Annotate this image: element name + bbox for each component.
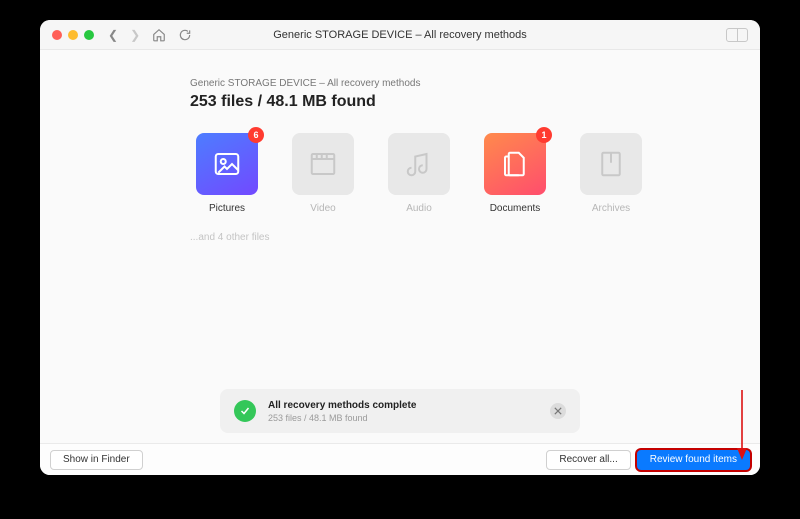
tile-pictures[interactable]: 6 Pictures — [190, 133, 264, 214]
view-toggle-button[interactable] — [726, 28, 748, 42]
fullscreen-window-button[interactable] — [84, 30, 94, 40]
tile-audio[interactable]: Audio — [382, 133, 456, 214]
status-success-icon — [234, 400, 256, 422]
document-icon — [500, 149, 530, 179]
tile-pictures-badge: 6 — [248, 127, 264, 143]
review-found-items-button[interactable]: Review found items — [637, 450, 750, 470]
tile-pictures-label: Pictures — [190, 203, 264, 214]
status-card: All recovery methods complete 253 files … — [220, 389, 580, 433]
close-window-button[interactable] — [52, 30, 62, 40]
refresh-button[interactable] — [178, 28, 192, 42]
status-title: All recovery methods complete — [268, 400, 538, 411]
category-tiles: 6 Pictures Video Audio 1 — [190, 133, 720, 214]
window-controls — [52, 30, 94, 40]
results-headline: 253 files / 48.1 MB found — [190, 93, 720, 111]
video-icon — [308, 149, 338, 179]
tile-archives-label: Archives — [574, 203, 648, 214]
tile-audio-box — [388, 133, 450, 195]
tile-pictures-box: 6 — [196, 133, 258, 195]
device-subtitle: Generic STORAGE DEVICE – All recovery me… — [190, 78, 720, 89]
home-button[interactable] — [152, 28, 166, 42]
audio-icon — [404, 149, 434, 179]
tile-video-label: Video — [286, 203, 360, 214]
tile-documents-badge: 1 — [536, 127, 552, 143]
footer-bar: Show in Finder Recover all... Review fou… — [40, 443, 760, 475]
tile-documents-label: Documents — [478, 203, 552, 214]
archive-icon — [596, 149, 626, 179]
tile-documents[interactable]: 1 Documents — [478, 133, 552, 214]
show-in-finder-button[interactable]: Show in Finder — [50, 450, 143, 470]
back-button[interactable]: ❮ — [108, 28, 118, 42]
tile-video[interactable]: Video — [286, 133, 360, 214]
app-window: ❮ ❯ Generic STORAGE DEVICE – All recover… — [40, 20, 760, 475]
image-icon — [212, 149, 242, 179]
status-dismiss-button[interactable] — [550, 403, 566, 419]
extra-files-note: ...and 4 other files — [190, 232, 720, 243]
titlebar: ❮ ❯ Generic STORAGE DEVICE – All recover… — [40, 20, 760, 50]
status-text: All recovery methods complete 253 files … — [268, 400, 538, 423]
tile-video-box — [292, 133, 354, 195]
tile-audio-label: Audio — [382, 203, 456, 214]
tile-documents-box: 1 — [484, 133, 546, 195]
tile-archives[interactable]: Archives — [574, 133, 648, 214]
forward-button[interactable]: ❯ — [130, 28, 140, 42]
tile-archives-box — [580, 133, 642, 195]
minimize-window-button[interactable] — [68, 30, 78, 40]
nav-controls: ❮ ❯ — [108, 28, 192, 42]
recover-all-button[interactable]: Recover all... — [546, 450, 630, 470]
status-subtitle: 253 files / 48.1 MB found — [268, 413, 538, 423]
close-icon — [554, 407, 562, 415]
